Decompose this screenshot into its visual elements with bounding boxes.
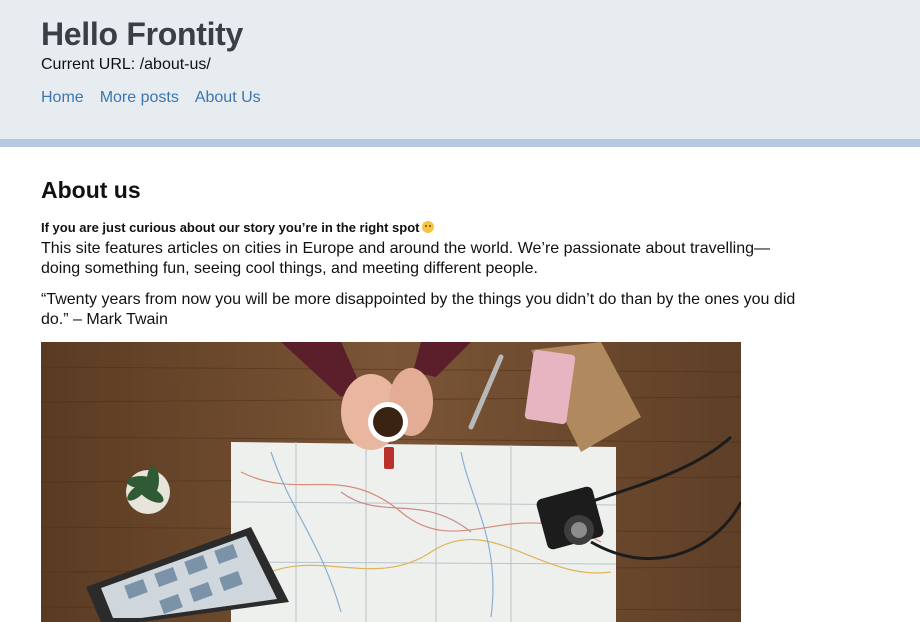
- main-nav: Home More posts About Us: [41, 89, 261, 107]
- nav-more-posts[interactable]: More posts: [100, 89, 179, 107]
- travel-map-photo: [41, 342, 741, 622]
- current-url: Current URL: /about-us/: [41, 56, 211, 73]
- lead-text: If you are just curious about our story …: [41, 220, 435, 235]
- site-title[interactable]: Hello Frontity: [41, 16, 243, 53]
- lead-text-label: If you are just curious about our story …: [41, 220, 420, 235]
- nav-about-us[interactable]: About Us: [195, 89, 261, 107]
- site-header: Hello Frontity Current URL: /about-us/ H…: [0, 0, 920, 147]
- smile-emoji-icon: [422, 221, 435, 233]
- nav-home[interactable]: Home: [41, 89, 84, 107]
- travel-map-photo-icon: [41, 342, 741, 622]
- intro-paragraph: This site features articles on cities in…: [41, 240, 770, 277]
- quote-paragraph: “Twenty years from now you will be more …: [41, 291, 796, 328]
- page-title: About us: [41, 177, 141, 203]
